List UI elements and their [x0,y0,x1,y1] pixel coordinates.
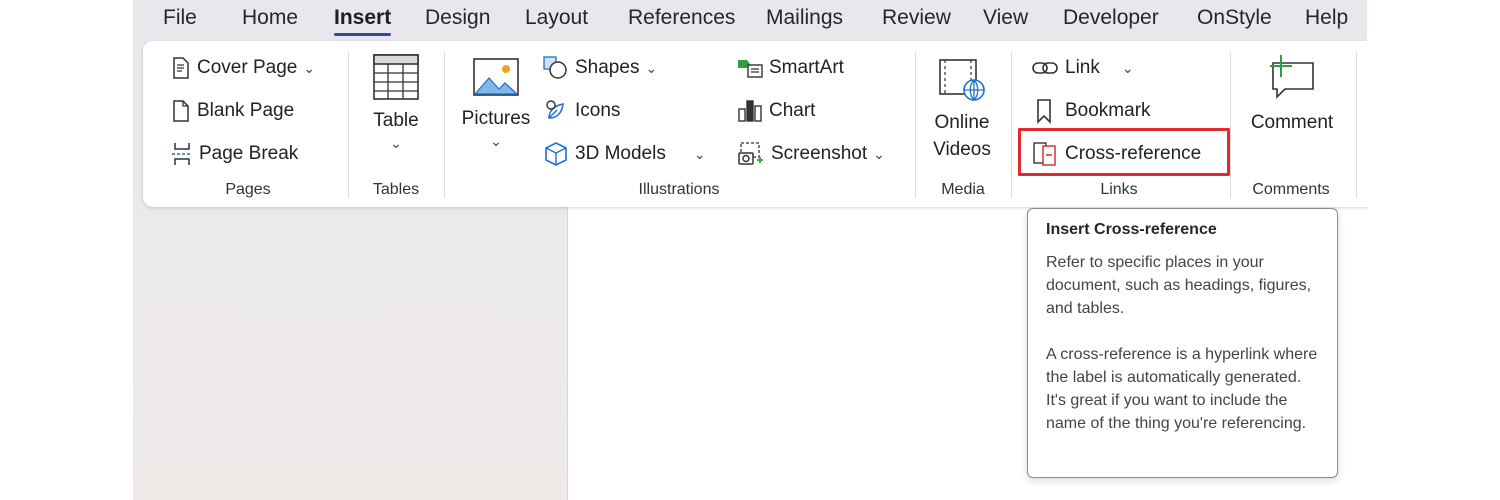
bookmark-icon [1035,98,1053,124]
online-video-icon [937,57,987,109]
comment-button[interactable]: Comment [1243,55,1341,136]
chart-label: Chart [769,100,816,121]
group-label-pages: Pages [225,181,271,198]
pictures-icon [472,57,520,105]
tab-developer[interactable]: Developer [1063,5,1159,31]
shapes-icon [543,56,569,80]
icons-button[interactable]: Icons [543,96,620,126]
online-videos-label-line2: Videos [933,139,991,160]
smartart-icon [737,57,763,79]
group-separator [444,52,445,198]
tooltip-paragraph-1: Refer to specific places in your documen… [1046,254,1312,317]
3d-models-button[interactable]: 3D Models ⌄ [543,139,706,169]
group-label-tables: Tables [372,181,420,198]
page-break-icon [171,142,193,166]
tab-layout[interactable]: Layout [525,5,588,31]
chart-icon [737,99,763,123]
new-comment-icon [1267,55,1317,109]
group-separator [1230,52,1231,198]
tab-home[interactable]: Home [242,5,298,31]
cross-reference-tooltip: Insert Cross-reference Refer to specific… [1027,208,1338,478]
3d-models-label: 3D Models [575,143,666,164]
group-separator [1356,52,1357,198]
table-button[interactable]: Table ⌄ [363,53,429,152]
chevron-down-icon: ⌄ [303,59,316,76]
chart-button[interactable]: Chart [737,96,815,126]
group-label-comments: Comments [1252,181,1330,198]
cube-icon [543,141,569,167]
cover-page-label: Cover Page [197,57,298,78]
shapes-button[interactable]: Shapes ⌄ [543,53,657,83]
table-label: Table [373,110,419,131]
online-videos-label-line1: Online [934,112,990,133]
link-icon [1031,58,1059,78]
cover-page-icon [171,56,191,80]
smartart-label: SmartArt [769,57,844,78]
cross-reference-highlight [1018,128,1230,176]
blank-page-button[interactable]: Blank Page [171,96,294,126]
tooltip-title: Insert Cross-reference [1046,221,1217,238]
tooltip-paragraph-2: A cross-reference is a hyperlink where t… [1046,346,1318,432]
page-break-button[interactable]: Page Break [171,139,298,169]
chevron-down-icon: ⌄ [1121,59,1134,76]
pictures-label: Pictures [461,108,531,129]
link-button[interactable]: Link ⌄ [1031,53,1134,83]
screenshot-label: Screenshot [771,143,868,164]
icons-icon [543,98,569,124]
bookmark-button[interactable]: Bookmark [1035,96,1151,126]
group-separator [348,52,349,198]
tab-onstyle[interactable]: OnStyle [1197,5,1272,31]
tab-help[interactable]: Help [1305,5,1348,31]
group-separator [915,52,916,198]
bookmark-label: Bookmark [1065,100,1151,121]
tab-references[interactable]: References [628,5,735,31]
table-icon [372,53,420,107]
comment-label: Comment [1250,112,1334,133]
chevron-down-icon: ⌄ [490,133,502,149]
blank-page-icon [171,99,191,123]
tab-mailings[interactable]: Mailings [766,5,843,31]
tab-review[interactable]: Review [882,5,951,31]
chevron-down-icon: ⌄ [645,59,658,76]
smartart-button[interactable]: SmartArt [737,53,844,83]
group-separator [1011,52,1012,198]
screenshot-button[interactable]: Screenshot ⌄ [737,139,885,169]
pictures-button[interactable]: Pictures ⌄ [460,57,532,150]
link-label: Link [1065,57,1100,78]
shapes-label: Shapes [575,57,640,78]
icons-label: Icons [575,100,621,121]
tab-file[interactable]: File [163,5,197,31]
group-label-links: Links [1100,181,1138,198]
insert-ribbon: Cover Page ⌄ Blank Page Page Break Pages… [143,41,1367,207]
tab-design[interactable]: Design [425,5,490,31]
menu-bar: File Home Insert Design Layout Reference… [133,0,1367,40]
screenshot-icon [737,141,765,167]
chevron-down-icon: ⌄ [693,145,706,162]
blank-page-label: Blank Page [197,100,295,121]
group-label-illustrations: Illustrations [638,181,720,198]
online-videos-button[interactable]: Online Videos [923,57,1001,163]
page-break-label: Page Break [199,143,299,164]
cover-page-button[interactable]: Cover Page ⌄ [171,53,315,83]
chevron-down-icon: ⌄ [390,135,402,151]
group-label-media: Media [941,181,985,198]
tab-insert[interactable]: Insert [334,5,392,36]
tab-view[interactable]: View [983,5,1028,31]
chevron-down-icon: ⌄ [873,145,885,162]
